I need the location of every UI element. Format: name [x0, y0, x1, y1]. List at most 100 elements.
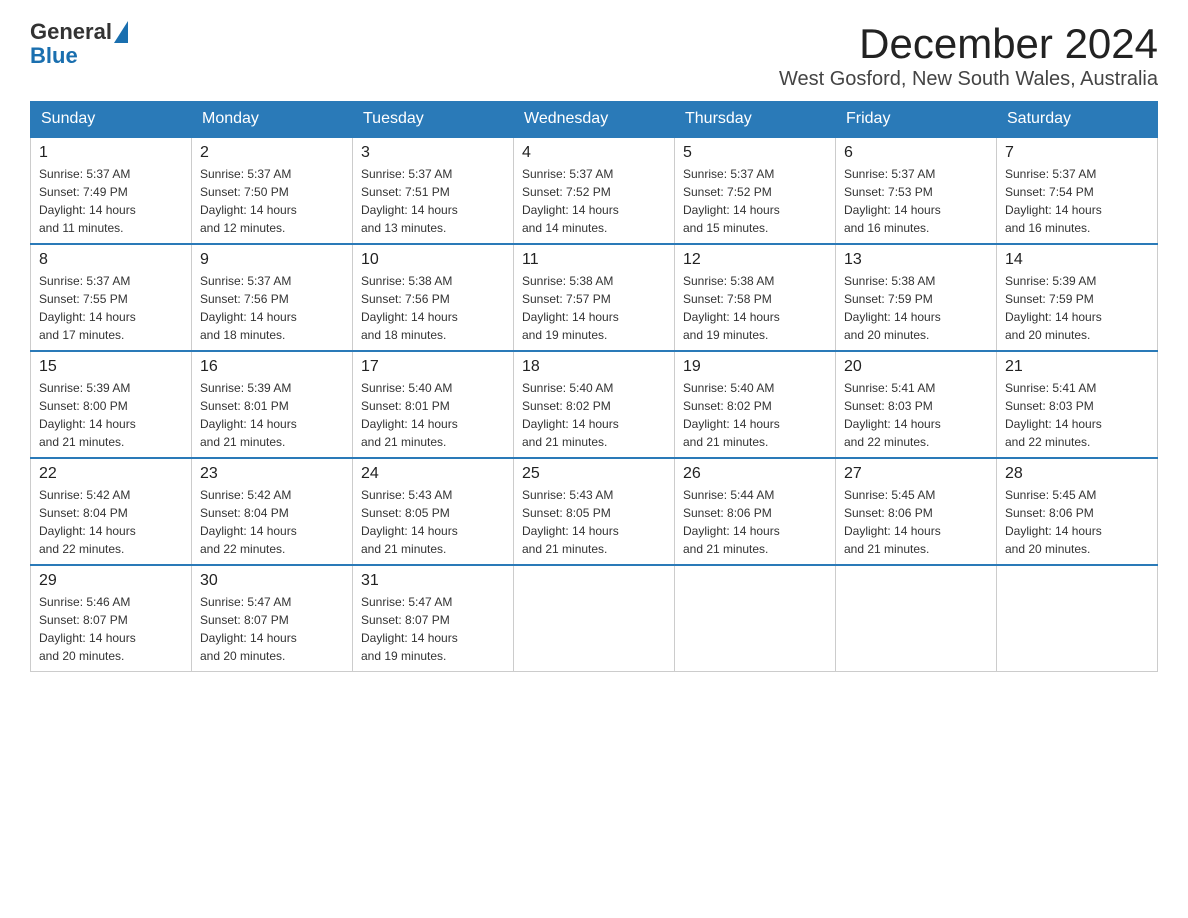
- day-number: 6: [844, 144, 988, 162]
- calendar-cell: 16Sunrise: 5:39 AMSunset: 8:01 PMDayligh…: [192, 351, 353, 458]
- day-number: 8: [39, 251, 183, 269]
- day-info: Sunrise: 5:37 AMSunset: 7:51 PMDaylight:…: [361, 165, 505, 237]
- logo-general: General: [30, 20, 112, 44]
- day-info: Sunrise: 5:40 AMSunset: 8:02 PMDaylight:…: [683, 379, 827, 451]
- weekday-header-monday: Monday: [192, 102, 353, 138]
- calendar-cell: 25Sunrise: 5:43 AMSunset: 8:05 PMDayligh…: [514, 458, 675, 565]
- day-info: Sunrise: 5:37 AMSunset: 7:56 PMDaylight:…: [200, 272, 344, 344]
- calendar-subtitle: West Gosford, New South Wales, Australia: [779, 68, 1158, 91]
- logo: General Blue: [30, 20, 128, 68]
- day-number: 24: [361, 465, 505, 483]
- day-number: 15: [39, 358, 183, 376]
- calendar-cell: 21 Sunrise: 5:41 AMSunset: 8:03 PMDayligh…: [997, 351, 1158, 458]
- calendar-week-row: 22 Sunrise: 5:42 AMSunset: 8:04 PMDayligh…: [31, 458, 1158, 565]
- calendar-body: 1 Sunrise: 5:37 AMSunset: 7:49 PMDaylight…: [31, 137, 1158, 672]
- calendar-week-row: 29 Sunrise: 5:46 AMSunset: 8:07 PMDayligh…: [31, 565, 1158, 672]
- calendar-cell: 9 Sunrise: 5:37 AMSunset: 7:56 PMDaylight…: [192, 244, 353, 351]
- day-info: Sunrise: 5:37 AMSunset: 7:53 PMDaylight:…: [844, 165, 988, 237]
- day-number: 21: [1005, 358, 1149, 376]
- calendar-header: SundayMondayTuesdayWednesdayThursdayFrid…: [31, 102, 1158, 138]
- calendar-cell: [675, 565, 836, 672]
- day-info: Sunrise: 5:38 AMSunset: 7:57 PMDaylight:…: [522, 272, 666, 344]
- day-info: Sunrise: 5:43 AMSunset: 8:05 PMDaylight:…: [361, 486, 505, 558]
- day-info: Sunrise: 5:37 AMSunset: 7:55 PMDaylight:…: [39, 272, 183, 344]
- day-info: Sunrise: 5:37 AMSunset: 7:49 PMDaylight:…: [39, 165, 183, 237]
- calendar-cell: 18 Sunrise: 5:40 AMSunset: 8:02 PMDayligh…: [514, 351, 675, 458]
- calendar-cell: 4 Sunrise: 5:37 AMSunset: 7:52 PMDaylight…: [514, 137, 675, 244]
- calendar-cell: 3 Sunrise: 5:37 AMSunset: 7:51 PMDaylight…: [353, 137, 514, 244]
- calendar-cell: 19 Sunrise: 5:40 AMSunset: 8:02 PMDayligh…: [675, 351, 836, 458]
- calendar-cell: 5 Sunrise: 5:37 AMSunset: 7:52 PMDaylight…: [675, 137, 836, 244]
- day-number: 23: [200, 465, 344, 483]
- calendar-cell: 13Sunrise: 5:38 AMSunset: 7:59 PMDayligh…: [836, 244, 997, 351]
- calendar-cell: 22 Sunrise: 5:42 AMSunset: 8:04 PMDayligh…: [31, 458, 192, 565]
- day-info: Sunrise: 5:47 AMSunset: 8:07 PMDaylight:…: [361, 593, 505, 665]
- calendar-cell: 14Sunrise: 5:39 AMSunset: 7:59 PMDayligh…: [997, 244, 1158, 351]
- weekday-header-row: SundayMondayTuesdayWednesdayThursdayFrid…: [31, 102, 1158, 138]
- day-number: 22: [39, 465, 183, 483]
- day-number: 31: [361, 572, 505, 590]
- calendar-cell: 6 Sunrise: 5:37 AMSunset: 7:53 PMDaylight…: [836, 137, 997, 244]
- calendar-cell: 23Sunrise: 5:42 AMSunset: 8:04 PMDayligh…: [192, 458, 353, 565]
- calendar-cell: 11 Sunrise: 5:38 AMSunset: 7:57 PMDayligh…: [514, 244, 675, 351]
- calendar-cell: 31 Sunrise: 5:47 AMSunset: 8:07 PMDayligh…: [353, 565, 514, 672]
- calendar-table: SundayMondayTuesdayWednesdayThursdayFrid…: [30, 101, 1158, 672]
- calendar-cell: 8 Sunrise: 5:37 AMSunset: 7:55 PMDaylight…: [31, 244, 192, 351]
- calendar-cell: 7Sunrise: 5:37 AMSunset: 7:54 PMDaylight…: [997, 137, 1158, 244]
- day-info: Sunrise: 5:46 AMSunset: 8:07 PMDaylight:…: [39, 593, 183, 665]
- day-info: Sunrise: 5:39 AMSunset: 7:59 PMDaylight:…: [1005, 272, 1149, 344]
- day-number: 1: [39, 144, 183, 162]
- day-number: 13: [844, 251, 988, 269]
- calendar-cell: 24 Sunrise: 5:43 AMSunset: 8:05 PMDayligh…: [353, 458, 514, 565]
- day-number: 18: [522, 358, 666, 376]
- day-number: 29: [39, 572, 183, 590]
- calendar-week-row: 8 Sunrise: 5:37 AMSunset: 7:55 PMDaylight…: [31, 244, 1158, 351]
- day-number: 5: [683, 144, 827, 162]
- calendar-cell: [997, 565, 1158, 672]
- day-number: 3: [361, 144, 505, 162]
- calendar-cell: 15 Sunrise: 5:39 AMSunset: 8:00 PMDayligh…: [31, 351, 192, 458]
- calendar-cell: 30 Sunrise: 5:47 AMSunset: 8:07 PMDayligh…: [192, 565, 353, 672]
- logo-blue: Blue: [30, 43, 78, 68]
- day-info: Sunrise: 5:40 AMSunset: 8:02 PMDaylight:…: [522, 379, 666, 451]
- day-number: 26: [683, 465, 827, 483]
- day-info: Sunrise: 5:41 AMSunset: 8:03 PMDaylight:…: [1005, 379, 1149, 451]
- day-number: 2: [200, 144, 344, 162]
- calendar-week-row: 1 Sunrise: 5:37 AMSunset: 7:49 PMDaylight…: [31, 137, 1158, 244]
- weekday-header-tuesday: Tuesday: [353, 102, 514, 138]
- day-info: Sunrise: 5:47 AMSunset: 8:07 PMDaylight:…: [200, 593, 344, 665]
- day-info: Sunrise: 5:40 AMSunset: 8:01 PMDaylight:…: [361, 379, 505, 451]
- day-number: 4: [522, 144, 666, 162]
- calendar-cell: 20Sunrise: 5:41 AMSunset: 8:03 PMDayligh…: [836, 351, 997, 458]
- calendar-week-row: 15 Sunrise: 5:39 AMSunset: 8:00 PMDayligh…: [31, 351, 1158, 458]
- day-info: Sunrise: 5:37 AMSunset: 7:52 PMDaylight:…: [683, 165, 827, 237]
- day-info: Sunrise: 5:45 AMSunset: 8:06 PMDaylight:…: [1005, 486, 1149, 558]
- day-info: Sunrise: 5:37 AMSunset: 7:54 PMDaylight:…: [1005, 165, 1149, 237]
- day-number: 30: [200, 572, 344, 590]
- day-info: Sunrise: 5:38 AMSunset: 7:58 PMDaylight:…: [683, 272, 827, 344]
- calendar-title: December 2024: [779, 20, 1158, 68]
- weekday-header-thursday: Thursday: [675, 102, 836, 138]
- day-number: 11: [522, 251, 666, 269]
- calendar-cell: 17 Sunrise: 5:40 AMSunset: 8:01 PMDayligh…: [353, 351, 514, 458]
- weekday-header-saturday: Saturday: [997, 102, 1158, 138]
- day-info: Sunrise: 5:42 AMSunset: 8:04 PMDaylight:…: [39, 486, 183, 558]
- day-info: Sunrise: 5:37 AMSunset: 7:52 PMDaylight:…: [522, 165, 666, 237]
- calendar-cell: 27Sunrise: 5:45 AMSunset: 8:06 PMDayligh…: [836, 458, 997, 565]
- calendar-cell: 10Sunrise: 5:38 AMSunset: 7:56 PMDayligh…: [353, 244, 514, 351]
- weekday-header-wednesday: Wednesday: [514, 102, 675, 138]
- day-info: Sunrise: 5:44 AMSunset: 8:06 PMDaylight:…: [683, 486, 827, 558]
- day-number: 25: [522, 465, 666, 483]
- calendar-cell: 2Sunrise: 5:37 AMSunset: 7:50 PMDaylight…: [192, 137, 353, 244]
- day-number: 27: [844, 465, 988, 483]
- title-area: December 2024 West Gosford, New South Wa…: [779, 20, 1158, 91]
- day-info: Sunrise: 5:39 AMSunset: 8:01 PMDaylight:…: [200, 379, 344, 451]
- page-header: General Blue December 2024 West Gosford,…: [30, 20, 1158, 91]
- day-number: 12: [683, 251, 827, 269]
- day-number: 9: [200, 251, 344, 269]
- day-number: 17: [361, 358, 505, 376]
- day-number: 19: [683, 358, 827, 376]
- day-number: 28: [1005, 465, 1149, 483]
- day-info: Sunrise: 5:41 AMSunset: 8:03 PMDaylight:…: [844, 379, 988, 451]
- day-info: Sunrise: 5:39 AMSunset: 8:00 PMDaylight:…: [39, 379, 183, 451]
